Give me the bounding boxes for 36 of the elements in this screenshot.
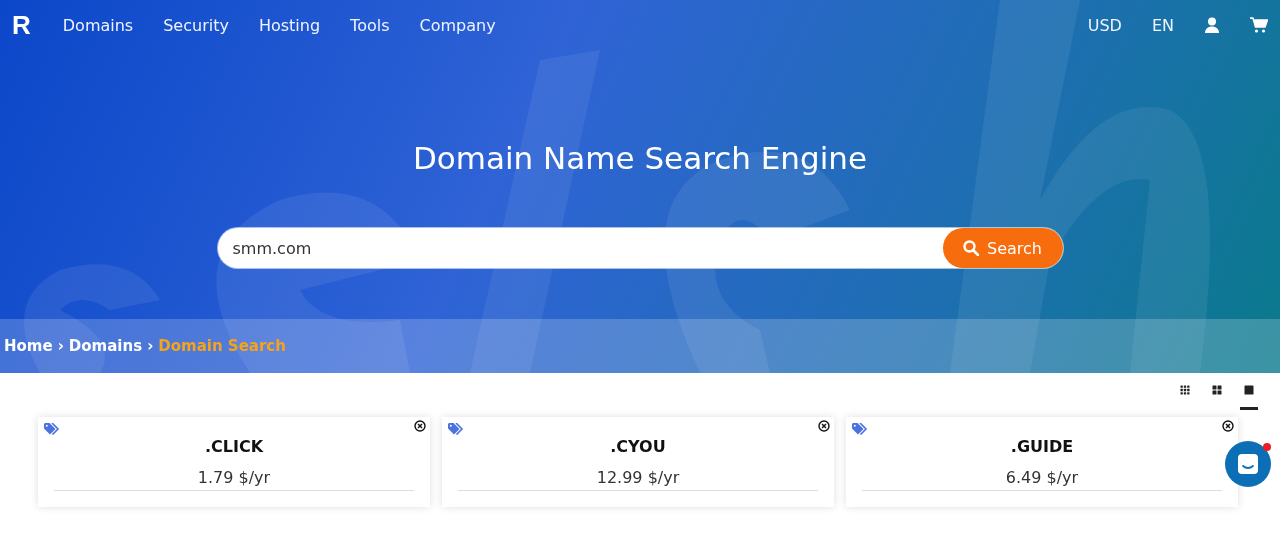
chat-icon (1237, 453, 1259, 475)
grid-view-icon (1244, 385, 1254, 395)
domain-extension: .GUIDE (1010, 437, 1074, 456)
tags-icon (44, 423, 60, 435)
currency-selector[interactable]: USD (1087, 15, 1122, 35)
tags-icon (852, 423, 868, 435)
chat-button[interactable] (1225, 441, 1271, 487)
search-button[interactable]: Search (942, 228, 1063, 268)
view-toggle[interactable] (1240, 385, 1258, 410)
user-icon[interactable] (1204, 17, 1220, 33)
breadcrumb-link[interactable]: Home (4, 337, 53, 355)
search-icon (963, 240, 979, 256)
breadcrumb-link[interactable]: Domains (68, 337, 143, 355)
domain-price: 1.79 $/yr (54, 468, 414, 491)
close-icon[interactable] (1222, 420, 1234, 432)
cart-icon[interactable] (1250, 17, 1268, 33)
domain-extension: .CLICK (204, 437, 264, 456)
nav-link[interactable]: Company (419, 15, 496, 35)
search-field[interactable]: smm.com Search (217, 228, 1063, 268)
grid-view-icon (1180, 385, 1190, 395)
breadcrumb-separator: › (147, 337, 154, 355)
page-title: Domain Name Search Engine (411, 140, 869, 176)
logo[interactable]: R (12, 9, 31, 41)
domain-price: 12.99 $/yr (458, 468, 818, 491)
close-icon[interactable] (818, 420, 830, 432)
nav-link[interactable]: Hosting (258, 15, 321, 35)
nav-link[interactable]: Tools (350, 15, 390, 35)
nav-link[interactable]: Security (163, 15, 229, 35)
breadcrumb-separator: › (57, 337, 64, 355)
grid-view-icon (1212, 385, 1222, 395)
language-selector[interactable]: EN (1151, 15, 1174, 35)
close-icon[interactable] (414, 420, 426, 432)
domain-price: 6.49 $/yr (862, 468, 1222, 491)
tags-icon (448, 423, 464, 435)
domain-extension: .CYOU (610, 437, 666, 456)
nav-link[interactable]: Domains (62, 15, 134, 35)
